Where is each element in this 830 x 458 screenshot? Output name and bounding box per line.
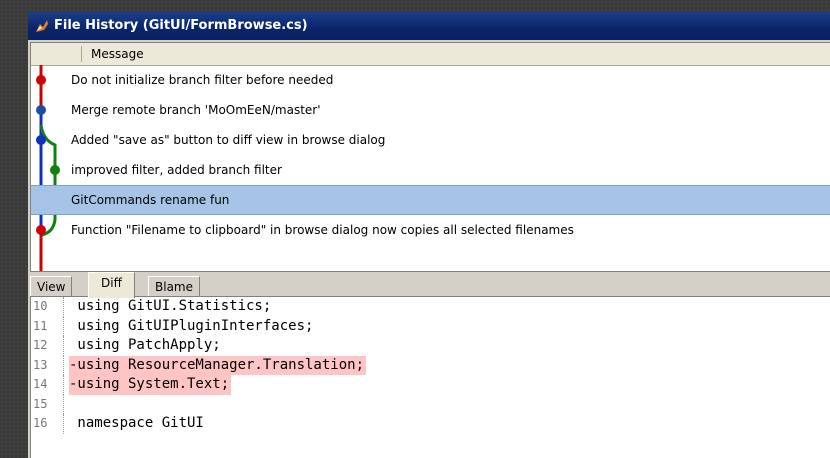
code-text: -using ResourceManager.Translation; (69, 355, 367, 375)
diff-line: 11 using GitUIPluginInterfaces; (31, 316, 830, 336)
commit-row[interactable]: Merge remote branch 'MoOmEeN/master' (31, 95, 830, 125)
commit-row-selected[interactable]: GitCommands rename fun (31, 185, 830, 215)
commit-row[interactable]: Added "save as" button to diff view in b… (31, 125, 830, 155)
commit-row[interactable]: Function "Filename to clipboard" in brow… (31, 215, 830, 245)
line-number: 11 (31, 316, 64, 336)
window-title: File History (GitUI/FormBrowse.cs) (54, 18, 308, 33)
line-number: 13 (31, 355, 64, 375)
diff-line-removed: 14 -using System.Text; (31, 375, 830, 395)
code-text: namespace GitUI (69, 415, 204, 431)
line-number: 10 (31, 297, 64, 317)
diff-line: 16 namespace GitUI (31, 414, 830, 434)
tab-diff[interactable]: Diff (88, 272, 135, 298)
message-column-header[interactable]: Message (31, 43, 830, 66)
commit-row[interactable] (31, 245, 830, 271)
tab-blame[interactable]: Blame (148, 276, 200, 297)
commit-row[interactable]: Do not initialize branch filter before n… (31, 65, 830, 95)
diff-line: 12 using PatchApply; (31, 336, 830, 356)
diff-line: 15 (31, 394, 830, 414)
diff-line-removed: 13 -using ResourceManager.Translation; (31, 355, 830, 375)
code-text: using GitUI.Statistics; (69, 298, 272, 314)
line-number: 14 (31, 375, 64, 395)
code-text: using GitUIPluginInterfaces; (69, 317, 314, 334)
title-bar[interactable]: File History (GitUI/FormBrowse.cs) (28, 12, 830, 40)
tab-strip: View Diff Blame (28, 272, 830, 298)
code-text: -using System.Text; (69, 375, 232, 395)
file-history-window: File History (GitUI/FormBrowse.cs) Messa… (28, 12, 830, 458)
line-number: 16 (31, 414, 64, 434)
diff-line: 10 using GitUI.Statistics; (31, 297, 830, 317)
line-number: 12 (31, 336, 64, 356)
commit-history-list[interactable]: Message Do not initialize branch filter … (30, 42, 830, 272)
git-icon (36, 20, 48, 32)
code-text: using PatchApply; (69, 337, 221, 353)
commit-row[interactable]: improved filter, added branch filter (31, 155, 830, 185)
line-number: 15 (31, 394, 64, 414)
diff-viewer[interactable]: 10 using GitUI.Statistics; 11 using GitU… (30, 296, 830, 458)
tab-view[interactable]: View (30, 276, 73, 297)
